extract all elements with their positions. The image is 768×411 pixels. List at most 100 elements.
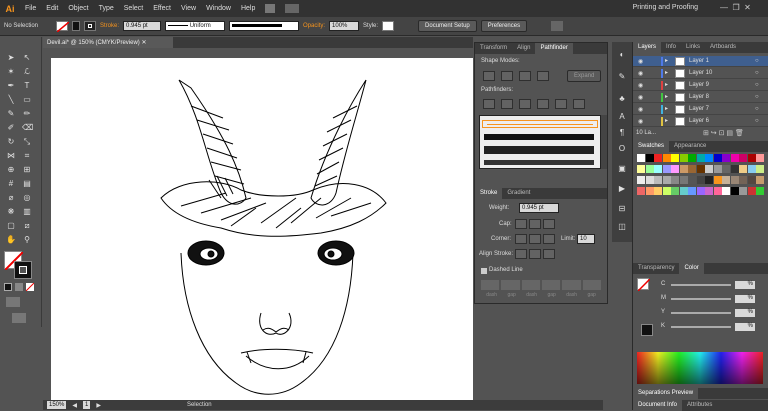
variable-width-profile[interactable]: Uniform — [165, 21, 226, 31]
tab-transparency[interactable]: Transparency — [633, 263, 679, 274]
swatch-chip[interactable] — [705, 187, 713, 195]
visibility-eye-icon[interactable]: ◉ — [638, 118, 643, 125]
layer-name[interactable]: Layer 8 — [689, 94, 709, 100]
swatch-chip[interactable] — [722, 187, 730, 195]
dash-field[interactable] — [562, 280, 581, 290]
zoom-field[interactable]: 150% — [47, 401, 67, 409]
trim-button[interactable] — [501, 99, 513, 109]
paragraph-icon[interactable]: ¶ — [617, 128, 627, 138]
mesh-tool-icon[interactable]: # — [6, 179, 16, 189]
swatch-chip[interactable] — [679, 154, 688, 162]
swatch-chip[interactable] — [756, 165, 764, 173]
swatch-chip[interactable] — [739, 176, 747, 184]
round-join-button[interactable] — [529, 234, 541, 244]
links-icon[interactable]: ⊟ — [617, 204, 627, 214]
swatch-chip[interactable] — [696, 176, 705, 184]
swatch-chip[interactable] — [654, 176, 662, 184]
graphic-style-swatch[interactable] — [382, 21, 395, 31]
stroke-swatch[interactable] — [84, 21, 96, 31]
expand-button[interactable]: Expand — [567, 70, 602, 82]
projecting-cap-button[interactable] — [543, 219, 555, 229]
tab-document-info[interactable]: Document Info — [633, 400, 683, 411]
workspace-switcher[interactable]: Printing and Proofing — [633, 4, 698, 11]
tab-appearance[interactable]: Appearance — [669, 141, 711, 152]
dash-field[interactable] — [481, 280, 500, 290]
swatch-chip[interactable] — [654, 165, 662, 173]
exclude-button[interactable] — [537, 71, 549, 81]
swatch-chip[interactable] — [713, 154, 722, 162]
drawing-mode-icon[interactable] — [6, 297, 20, 307]
layer-row[interactable]: ◉ ▸ Layer 6 ○ — [633, 116, 768, 127]
status-mode[interactable]: Selection — [187, 402, 212, 408]
swatch-chip[interactable] — [671, 187, 679, 195]
align-inside-button[interactable] — [529, 249, 541, 259]
hand-tool-icon[interactable]: ✋ — [6, 235, 16, 245]
opentype-icon[interactable]: O — [617, 144, 627, 154]
document-setup-button[interactable]: Document Setup — [418, 20, 477, 32]
menu-type[interactable]: Type — [94, 5, 119, 12]
swatch-chip[interactable] — [747, 154, 756, 162]
brush-item[interactable] — [484, 146, 594, 154]
close-tab-icon[interactable]: ✕ — [141, 40, 146, 46]
gradient-tool-icon[interactable]: ▤ — [22, 179, 32, 189]
swatch-chip[interactable] — [645, 176, 654, 184]
shape-builder-tool-icon[interactable]: ⊕ — [6, 165, 16, 175]
layer-name[interactable]: Layer 6 — [689, 118, 709, 124]
swatch-chip[interactable] — [730, 187, 739, 195]
lasso-tool-icon[interactable]: ℒ — [22, 67, 32, 77]
document-tab[interactable]: Devil.ai* @ 150% (CMYK/Preview) ✕ — [43, 37, 173, 48]
dash-field[interactable] — [521, 280, 540, 290]
intersect-button[interactable] — [519, 71, 531, 81]
next-artboard-icon[interactable]: ▶ — [96, 402, 101, 409]
rectangle-tool-icon[interactable]: ▭ — [22, 95, 32, 105]
color-spectrum[interactable] — [637, 352, 763, 384]
swatch-chip[interactable] — [713, 176, 722, 184]
swatch-chip[interactable] — [705, 154, 713, 162]
swatch-chip[interactable] — [730, 165, 739, 173]
color-mode-icon[interactable] — [4, 283, 12, 291]
swatch-chip[interactable] — [671, 176, 679, 184]
symbol-sprayer-tool-icon[interactable]: ❋ — [6, 207, 16, 217]
pencil-tool-icon[interactable]: ✏ — [22, 109, 32, 119]
swatch-chip[interactable] — [654, 187, 662, 195]
expand-triangle-icon[interactable]: ▸ — [665, 81, 668, 88]
menu-help[interactable]: Help — [236, 5, 260, 12]
menu-edit[interactable]: Edit — [41, 5, 63, 12]
zoom-tool-icon[interactable]: ⚲ — [22, 235, 32, 245]
brush-selected[interactable] — [482, 120, 598, 128]
channel-value[interactable]: % — [735, 323, 755, 331]
swatch-chip[interactable] — [662, 165, 671, 173]
gap-field[interactable] — [501, 280, 520, 290]
swatch-chip[interactable] — [637, 154, 645, 162]
rotate-tool-icon[interactable]: ↻ — [6, 137, 16, 147]
visibility-eye-icon[interactable]: ◉ — [638, 94, 643, 101]
tab-artboards[interactable]: Artboards — [705, 42, 741, 53]
color-guide-icon[interactable]: ◐ — [617, 50, 627, 60]
type-tool-icon[interactable]: T — [22, 81, 32, 91]
color-fill-box[interactable] — [637, 278, 651, 292]
stroke-color-icon[interactable] — [14, 261, 32, 279]
brush-item[interactable] — [484, 160, 594, 165]
target-icon[interactable]: ○ — [755, 106, 759, 112]
swatch-chip[interactable] — [705, 176, 713, 184]
tab-info[interactable]: Info — [661, 42, 681, 53]
swatch-chip[interactable] — [654, 154, 662, 162]
menu-file[interactable]: File — [20, 5, 41, 12]
layer-row[interactable]: ◉ ▸ Layer 10 ○ — [633, 68, 768, 79]
swatch-chip[interactable] — [739, 154, 747, 162]
swatch-chip[interactable] — [645, 187, 654, 195]
channel-value[interactable]: % — [735, 309, 755, 317]
channel-value[interactable]: % — [735, 295, 755, 303]
target-icon[interactable]: ○ — [755, 94, 759, 100]
swatch-chip[interactable] — [756, 176, 764, 184]
gap-field[interactable] — [582, 280, 601, 290]
target-icon[interactable]: ○ — [755, 58, 759, 64]
swatch-chip[interactable] — [688, 176, 696, 184]
bridge-icon[interactable] — [265, 4, 275, 13]
width-tool-icon[interactable]: ⋈ — [6, 151, 16, 161]
type-panel-icon[interactable]: A — [617, 112, 627, 122]
swatch-chip[interactable] — [696, 187, 705, 195]
layer-actions[interactable]: ⊞ ↪ ⊡ ▤ 🗑 — [703, 129, 744, 137]
canvas[interactable] — [43, 48, 473, 400]
visibility-eye-icon[interactable]: ◉ — [638, 82, 643, 89]
